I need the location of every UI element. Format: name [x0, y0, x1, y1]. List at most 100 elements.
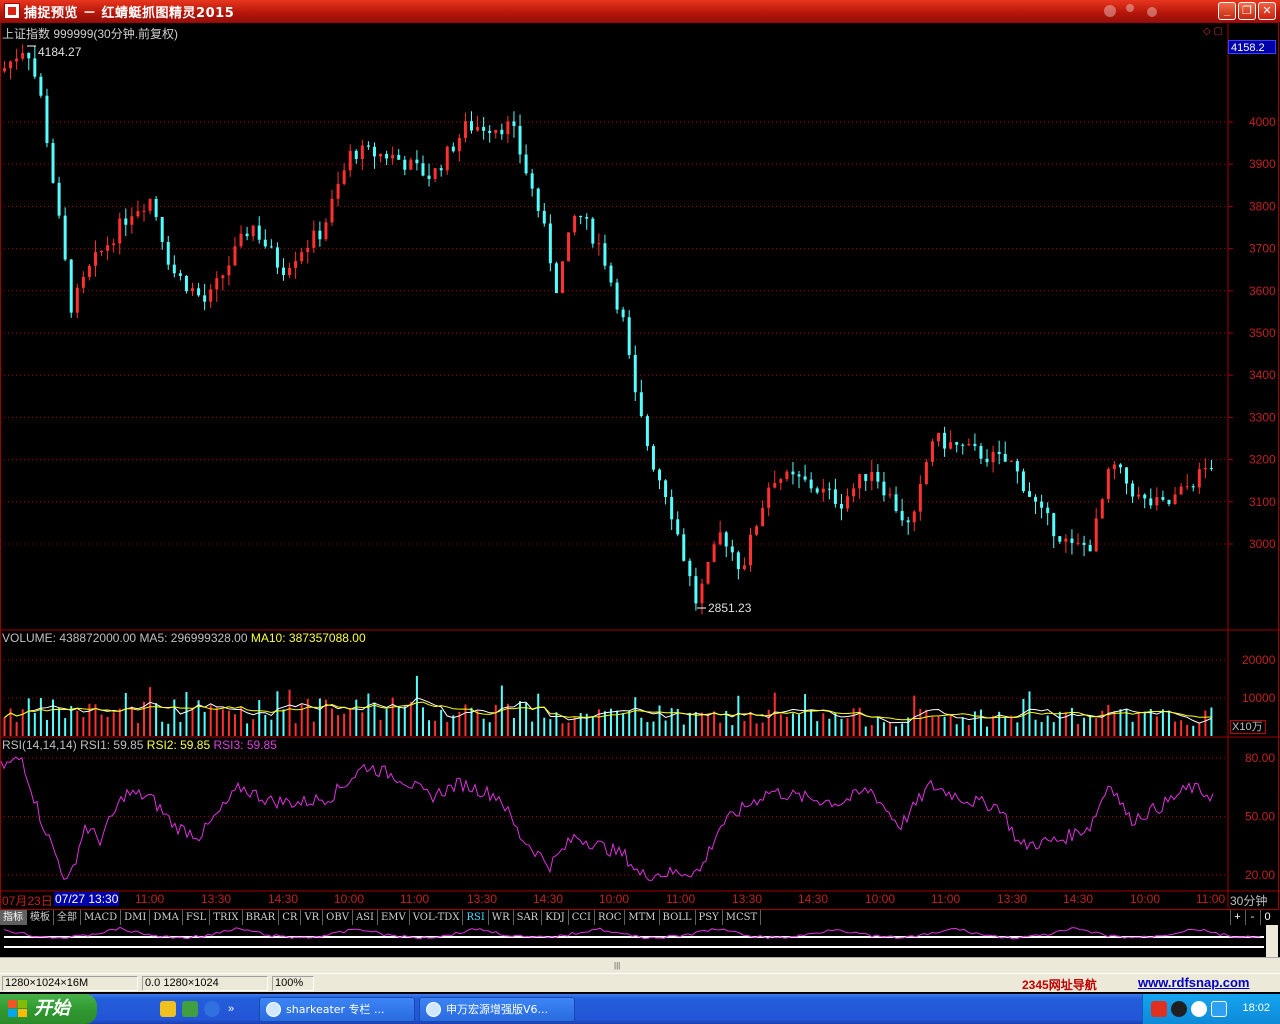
- price-tick-label: 3300: [1249, 410, 1276, 424]
- tab-模板[interactable]: 模板: [27, 910, 54, 925]
- panel-corner-icons[interactable]: ◇ ▢: [1203, 26, 1223, 37]
- ime-icon[interactable]: [1151, 1001, 1167, 1017]
- candle-body: [166, 241, 170, 265]
- tab-fsl[interactable]: FSL: [183, 910, 211, 925]
- task-button-trading[interactable]: 申万宏源增强版V6...: [419, 997, 575, 1022]
- candle-body: [154, 198, 158, 217]
- candle-body: [803, 476, 807, 480]
- candle-body: [924, 461, 928, 484]
- candle-body: [306, 247, 310, 253]
- rsi-tick-label: 20.00: [1245, 868, 1275, 882]
- quicklaunch-more-icon[interactable]: »: [228, 1001, 244, 1017]
- tab-dma[interactable]: DMA: [150, 910, 183, 925]
- tab-sar[interactable]: SAR: [514, 910, 543, 925]
- candle-body: [615, 282, 619, 310]
- candle-body: [494, 129, 498, 133]
- quicklaunch-icon-1[interactable]: [160, 1001, 176, 1017]
- task-button-browser[interactable]: sharkeater 专栏 ...: [259, 997, 415, 1022]
- candle-body: [172, 264, 176, 274]
- tab-cr[interactable]: CR: [279, 910, 302, 925]
- candle-body: [567, 232, 571, 262]
- candle-body: [312, 230, 316, 248]
- tab-mcst[interactable]: MCST: [723, 910, 762, 925]
- tab-rsi[interactable]: RSI: [463, 910, 489, 925]
- candle-body: [463, 121, 467, 139]
- price-tick-label: 3800: [1249, 199, 1276, 213]
- candle-body: [118, 218, 122, 244]
- network-icon[interactable]: [1191, 1001, 1207, 1017]
- chart-canvas[interactable]: 4000 3900 3800 3700 3600 3500 3400 3300 3200 3100…: [0, 22, 1280, 910]
- quicklaunch-icon-2[interactable]: [182, 1001, 198, 1017]
- tab-wr[interactable]: WR: [489, 910, 514, 925]
- time-label: 11:00: [400, 892, 430, 906]
- start-button[interactable]: 开始: [0, 994, 97, 1024]
- tab-全部[interactable]: 全部: [54, 910, 81, 925]
- time-label: 14:30: [533, 892, 564, 906]
- time-axis: 07月23日 07/27 13:30 11:00 13:30 14:30 10:00 1…: [0, 892, 1228, 909]
- candle-body: [263, 239, 267, 247]
- candle-body: [445, 146, 449, 171]
- volume-header: VOLUME: 438872000.00 MA5: 296999328.00 M…: [2, 631, 366, 645]
- candle-body: [379, 153, 383, 157]
- shield-icon[interactable]: [1211, 1001, 1227, 1017]
- candle-body: [33, 58, 37, 77]
- volume-tick-label: 10000: [1242, 691, 1276, 705]
- indicator-tabs[interactable]: 指标 模板 全部 MACD DMI DMA FSL TRIX BRAR CR VR OBV ASI EMV…: [0, 910, 1280, 925]
- candle-body: [706, 561, 710, 584]
- candle-body: [658, 469, 662, 481]
- rsi-name: RSI(14,14,14): [2, 738, 77, 752]
- tab-kdj[interactable]: KDJ: [542, 910, 569, 925]
- tab-指标[interactable]: 指标: [0, 910, 27, 925]
- nav-link[interactable]: 2345网址导航: [1022, 976, 1097, 993]
- minimize-button[interactable]: _: [1218, 2, 1236, 20]
- tab-vr[interactable]: VR: [301, 910, 324, 925]
- candle-body: [1046, 507, 1050, 514]
- candle-body: [324, 222, 328, 240]
- candle-body: [330, 198, 334, 223]
- lower-strip: [0, 925, 1280, 957]
- tab-macd[interactable]: MACD: [81, 910, 122, 925]
- quicklaunch-browser-icon[interactable]: [204, 1001, 220, 1017]
- candle-body: [1155, 497, 1159, 506]
- zoom-in-button[interactable]: +: [1230, 910, 1244, 925]
- tab-psy[interactable]: PSY: [696, 910, 723, 925]
- tab-brar[interactable]: BRAR: [243, 910, 280, 925]
- title-bar[interactable]: 捕捉预览 － 红蜻蜓抓图精灵2015 _ ❐ ✕: [0, 0, 1280, 22]
- candle-body: [1161, 497, 1165, 500]
- candle-body: [858, 474, 862, 489]
- tab-asi[interactable]: ASI: [353, 910, 378, 925]
- candle-body: [1034, 496, 1038, 502]
- tab-vol-tdx[interactable]: VOL-TDX: [410, 910, 464, 925]
- zoom-out-button[interactable]: -: [1245, 910, 1259, 925]
- candle-body: [191, 288, 195, 292]
- candle-body: [9, 61, 13, 69]
- tab-cci[interactable]: CCI: [569, 910, 595, 925]
- candle-body: [900, 511, 904, 521]
- reset-button[interactable]: 0: [1260, 910, 1274, 925]
- tab-trix[interactable]: TRIX: [210, 910, 243, 925]
- period-label[interactable]: 30分钟: [1230, 892, 1267, 909]
- candle-body: [967, 443, 971, 446]
- candle-body: [354, 150, 358, 160]
- chart-area[interactable]: 4000 3900 3800 3700 3600 3500 3400 3300 3200 3100…: [0, 22, 1280, 910]
- candle-body: [366, 145, 370, 147]
- tab-dmi[interactable]: DMI: [121, 910, 151, 925]
- candle-body: [894, 494, 898, 512]
- close-button[interactable]: ✕: [1258, 2, 1276, 20]
- tab-emv[interactable]: EMV: [378, 910, 410, 925]
- tab-roc[interactable]: ROC: [595, 910, 626, 925]
- candle-body: [112, 243, 116, 246]
- candle-body: [203, 295, 207, 302]
- settings-icon[interactable]: [1171, 1001, 1187, 1017]
- time-label: 13:30: [201, 892, 232, 906]
- rsi-tick-label: 80.00: [1245, 751, 1275, 765]
- tab-mtm[interactable]: MTM: [625, 910, 660, 925]
- tab-obv[interactable]: OBV: [323, 910, 353, 925]
- scroll-grip[interactable]: |||: [614, 961, 620, 970]
- current-price-tag: 4158.2: [1228, 40, 1276, 54]
- restore-button[interactable]: ❐: [1238, 2, 1256, 20]
- tab-boll[interactable]: BOLL: [660, 910, 696, 925]
- site-link[interactable]: www.rdfsnap.com: [1138, 975, 1249, 990]
- horizontal-scrollbar[interactable]: |||: [0, 957, 1280, 973]
- status-zoom: 100%: [272, 976, 314, 991]
